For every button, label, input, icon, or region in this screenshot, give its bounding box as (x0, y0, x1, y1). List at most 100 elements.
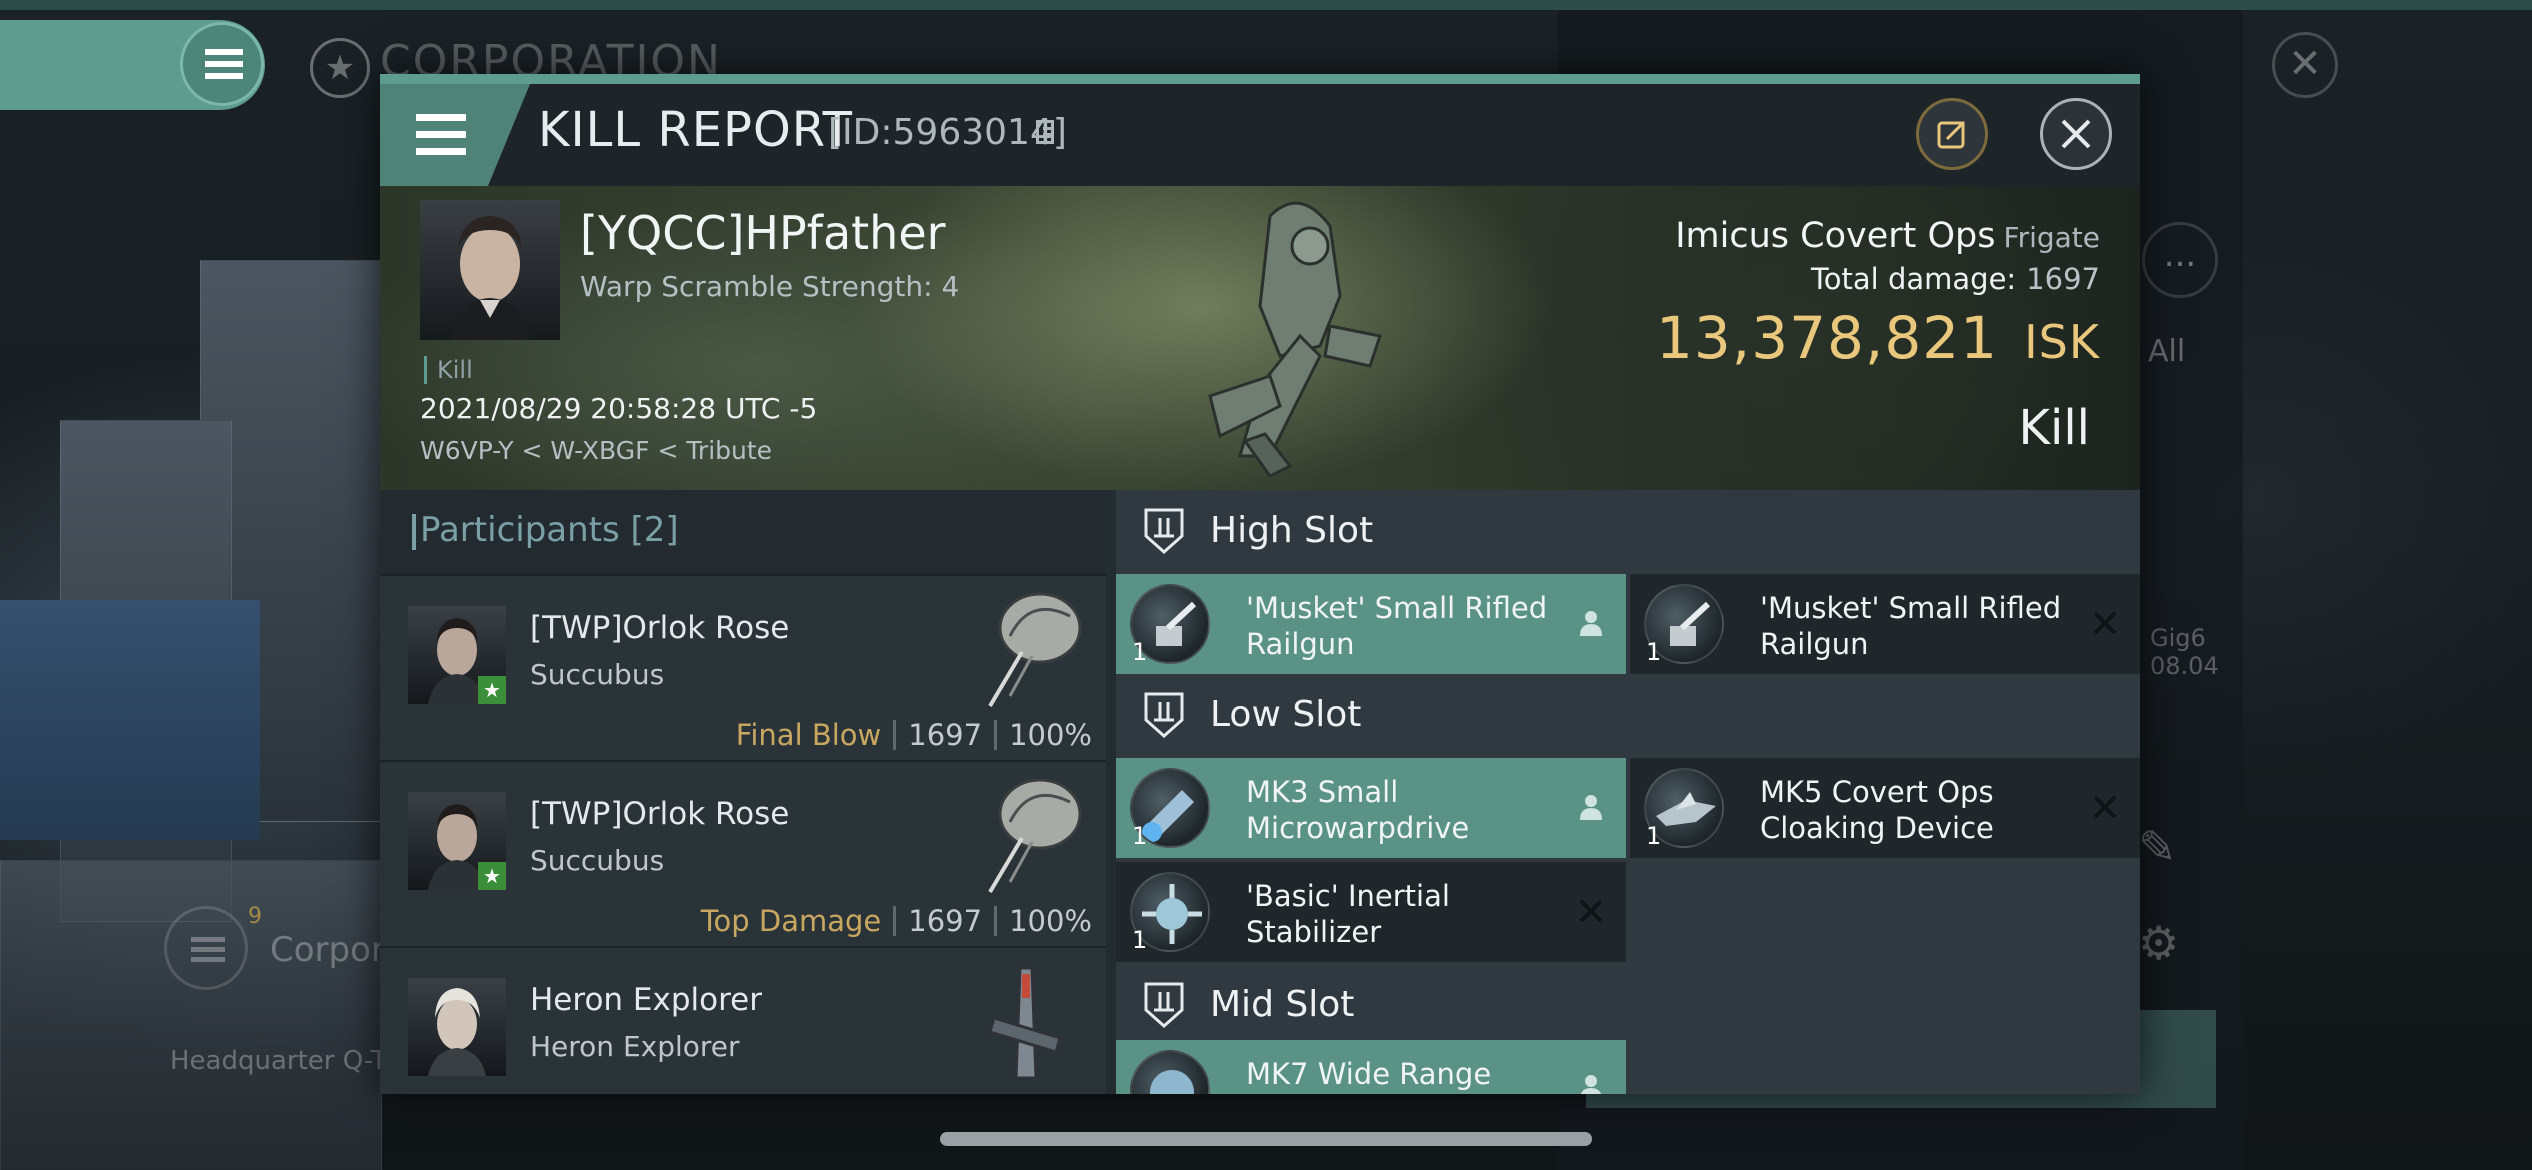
ship-class: Frigate (2003, 221, 2101, 254)
share-button[interactable] (1916, 98, 1988, 170)
victim-name[interactable]: [YQCC]HPfather (580, 206, 946, 260)
participant-row[interactable]: ★ [TWP]Orlok Rose Succubus Final Blow 169… (380, 574, 1106, 760)
star-icon: ★ (478, 676, 506, 704)
module-name: MK5 Covert Ops Cloaking Device (1760, 775, 1994, 845)
module-quantity: 1 (1646, 638, 1662, 666)
modal-accent-line (380, 74, 2140, 84)
fitting-panel: High Slot 1 'Musket' Small Rifled Railgu… (1116, 490, 2140, 1094)
participant-name: [TWP]Orlok Rose (530, 610, 790, 646)
succubus-ship-icon (988, 778, 1082, 894)
background-hq-label: Headquarter Q-T (170, 1046, 387, 1076)
mid-slot-icon (1144, 982, 1184, 1029)
module-name: 'Musket' Small Rifled Railgun (1246, 591, 1548, 661)
total-damage-label: Total damage: (1811, 262, 2017, 296)
background-more-button[interactable]: ... (2142, 222, 2218, 298)
person-icon (1581, 1075, 1601, 1094)
module-name: 'Musket' Small Rifled Railgun (1760, 591, 2062, 661)
background-corp-badge: 9 (248, 904, 262, 929)
participant-percent: 100% (1009, 904, 1092, 938)
module-item[interactable]: 1 'Basic' Inertial Stabilizer (1116, 862, 1626, 962)
module-item[interactable]: MK7 Wide Range (1116, 1040, 1626, 1094)
low-slot-header: Low Slot (1116, 674, 2140, 758)
module-quantity: 1 (1132, 822, 1148, 850)
star-icon: ★ (478, 862, 506, 890)
copy-icon[interactable] (1036, 120, 1054, 144)
module-quantity: 1 (1132, 926, 1148, 954)
final-blow-tag: Final Blow (735, 718, 882, 752)
succubus-ship-icon (988, 592, 1082, 708)
module-quantity: 1 (1132, 638, 1148, 666)
high-slot-title: High Slot (1210, 510, 1374, 551)
participant-stats: Final Blow 1697 100% (736, 718, 1092, 752)
module-item[interactable]: 1 'Musket' Small Rifled Railgun (1116, 574, 1626, 674)
person-icon (1580, 611, 1602, 636)
module-name: MK7 Wide Range (1246, 1057, 1492, 1091)
warp-scramble-strength: Warp Scramble Strength: 4 (580, 270, 960, 303)
modal-title: KILL REPORT (538, 102, 853, 158)
low-slot-title: Low Slot (1210, 694, 1362, 735)
top-damage-tag: Top Damage (700, 904, 882, 938)
participant-ship: Heron Explorer (530, 1030, 740, 1063)
victim-ship-icon (1208, 201, 1382, 478)
kill-result-label: Kill (2018, 400, 2090, 456)
participant-ship: Succubus (530, 658, 665, 691)
background-gig-date: 08.04 (2150, 652, 2219, 680)
background-menu-button[interactable] (180, 22, 264, 106)
isk-value: 13,378,821 (1655, 304, 1999, 372)
mid-slot-header: Mid Slot (1116, 964, 2140, 1048)
victim-ship-name[interactable]: Imicus Covert Ops Frigate (1675, 216, 2100, 256)
close-button[interactable] (2040, 98, 2112, 170)
kill-timestamp: 2021/08/29 20:58:28 UTC -5 (420, 392, 818, 425)
participant-stats: Top Damage 1697 100% (701, 904, 1092, 938)
total-damage-value: 1697 (2026, 262, 2100, 296)
kill-location[interactable]: W6VP-Y < W-XBGF < Tribute (420, 436, 772, 465)
high-slot-header: High Slot (1116, 490, 2140, 574)
participant-damage: 1697 (908, 904, 983, 938)
victim-portrait-image (450, 216, 530, 340)
background-gig-label: Gig6 08.04 (2150, 624, 2219, 680)
participant-name: Heron Explorer (530, 982, 762, 1018)
shield-extender-icon (1130, 1050, 1210, 1094)
victim-portrait[interactable] (420, 200, 560, 340)
background-top-strip (0, 0, 2532, 10)
participant-damage: 1697 (908, 718, 983, 752)
heron-explorer-ship-icon (988, 966, 1062, 1080)
ship-name-text: Imicus Covert Ops (1675, 216, 1996, 256)
participant-percent: 100% (1009, 718, 1092, 752)
person-icon (1580, 795, 1602, 820)
close-icon (2061, 119, 2091, 149)
background-all-filter[interactable]: All (2148, 334, 2185, 369)
participants-accent-bar (412, 514, 416, 550)
background-edit-icon[interactable]: ✎ (2138, 820, 2177, 874)
stat-separator (893, 906, 897, 936)
corporation-star-icon: ★ (310, 38, 370, 98)
module-quantity: 1 (1646, 822, 1662, 850)
participant-portrait: ★ (408, 606, 506, 704)
module-item[interactable]: 1 MK5 Covert Ops Cloaking Device (1630, 758, 2140, 858)
kill-tag: Kill (424, 356, 473, 384)
background-close-icon[interactable]: ✕ (2272, 32, 2338, 98)
module-item[interactable]: 1 'Musket' Small Rifled Railgun (1630, 574, 2140, 674)
isk-value-row: 13,378,821 ISK (1656, 304, 2100, 372)
background-settings-icon[interactable]: ⚙ (2138, 916, 2179, 970)
participants-panel: Participants [2] ★ [TWP]Orlok Rose Succu… (380, 490, 1106, 1094)
background-gig-name: Gig6 (2150, 624, 2206, 652)
mid-slot-title: Mid Slot (1210, 984, 1355, 1025)
low-slot-icon (1144, 692, 1184, 739)
report-id: [ID:5963014] (828, 112, 1067, 153)
module-item[interactable]: 1 MK3 Small Microwarpdrive (1116, 758, 1626, 858)
background-corp-menu-button[interactable] (164, 906, 248, 990)
stat-separator (994, 720, 998, 750)
participants-header: Participants [2] (380, 490, 1106, 574)
home-indicator[interactable] (940, 1132, 1592, 1146)
high-slot-icon (1144, 508, 1184, 555)
stat-separator (994, 906, 998, 936)
participant-row[interactable]: Heron Explorer Heron Explorer (380, 946, 1106, 1094)
destroyed-x-icon (1579, 899, 1603, 923)
participant-row[interactable]: ★ [TWP]Orlok Rose Succubus Top Damage 169… (380, 760, 1106, 946)
kill-report-modal: KILL REPORT [ID:5963014] [YQCC]HPfather … (380, 74, 2140, 1094)
participant-portrait: ★ (408, 792, 506, 890)
participants-title: Participants [2] (420, 510, 679, 550)
module-name: 'Basic' Inertial Stabilizer (1246, 879, 1450, 949)
background-station-panel (0, 600, 260, 840)
